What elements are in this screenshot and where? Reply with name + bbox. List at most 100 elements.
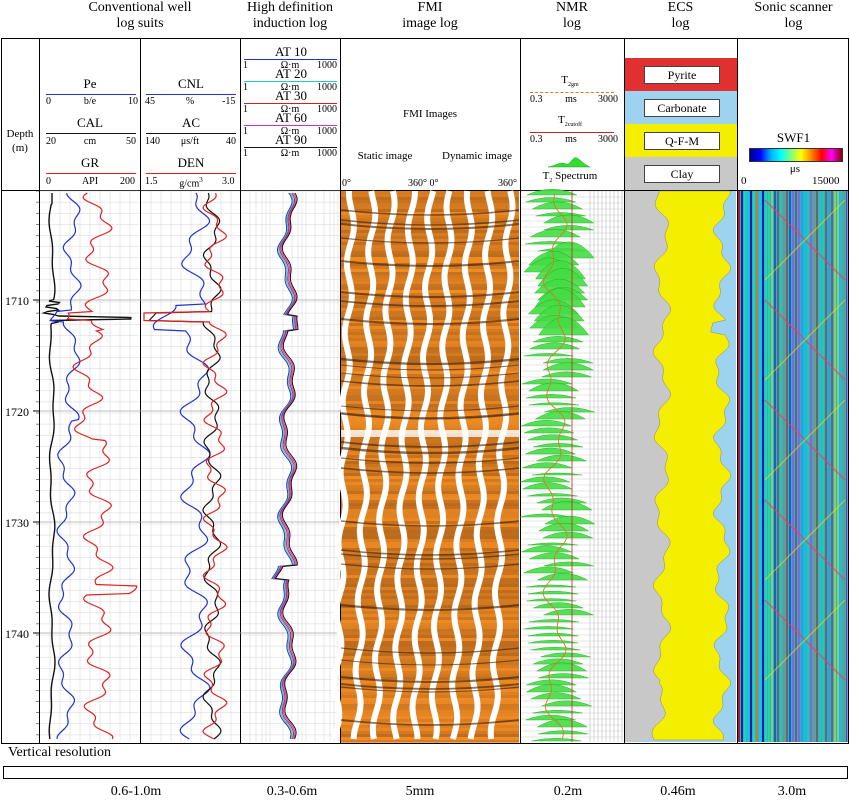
sonic-wave-column	[813, 191, 815, 742]
fmi-band	[341, 707, 519, 710]
nmr-spectrum-bin	[523, 566, 574, 574]
fmi-band	[341, 539, 519, 542]
fmi-band	[341, 353, 519, 356]
nmr-spectrum-bin	[527, 434, 578, 441]
nmr-spectrum-bin	[532, 710, 583, 714]
sonic-wave-column	[846, 191, 848, 742]
nmr-spectrum-bin	[528, 632, 579, 637]
fmi-band	[341, 641, 519, 644]
fmi-band	[341, 515, 519, 518]
depth-tick-1710: 1710	[5, 294, 29, 308]
nmr-spectrum-bin	[527, 542, 578, 546]
sonic-wave-column	[768, 191, 770, 742]
sonic-wave-column	[798, 191, 800, 742]
depth-tick-1720: 1720	[5, 405, 29, 419]
fmi-band	[341, 683, 519, 686]
fmi-band	[341, 644, 519, 647]
sonic-wave-column	[819, 191, 821, 742]
fmi-band	[341, 632, 519, 635]
fmi-band	[341, 512, 519, 515]
sonic-wave-column	[792, 191, 794, 742]
sonic-wave-column	[741, 191, 743, 742]
sonic-wave-column	[810, 191, 812, 742]
sonic-wave-column	[759, 191, 761, 742]
nmr-spectrum-bin	[519, 476, 571, 483]
resolution-bar	[3, 766, 848, 779]
resolution-label: Vertical resolution	[8, 745, 112, 760]
sonic-wave-column	[795, 191, 797, 742]
nmr-spectrum-bin	[543, 561, 594, 567]
nmr-spectrum-bin	[528, 402, 579, 406]
sonic-wave-column	[747, 191, 749, 742]
fmi-band	[341, 542, 519, 545]
nmr-spectrum-bin	[525, 197, 576, 203]
nmr-spectrum-bin	[530, 692, 581, 700]
nmr-spectrum-bin	[528, 639, 579, 644]
sonic-wave-column	[738, 191, 740, 742]
nmr-spectrum-bin	[544, 515, 596, 525]
fmi-band	[341, 572, 519, 575]
nmr-spectrum-bin	[526, 584, 577, 588]
sonic-wave-column	[780, 191, 782, 742]
fmi-band	[341, 611, 519, 614]
fmi-band	[341, 578, 519, 581]
sonic-wave-column	[744, 191, 746, 742]
sonic-wave-column	[753, 191, 755, 742]
fmi-band	[341, 626, 519, 629]
fmi-band	[341, 602, 519, 605]
fmi-band	[341, 464, 519, 467]
nmr-spectrum-bin	[531, 738, 582, 742]
fmi-band	[341, 599, 519, 602]
fmi-band	[341, 740, 519, 743]
fmi-band	[341, 584, 519, 587]
nmr-spectrum-bin	[542, 362, 595, 371]
fmi-band	[341, 545, 519, 548]
nmr-spectrum-bin	[526, 679, 577, 686]
nmr-spectrum-bin	[536, 719, 589, 728]
nmr-spectrum-bin	[537, 522, 590, 532]
nmr-spectrum-bin	[528, 590, 579, 595]
depth-tick-1740: 1740	[5, 627, 29, 641]
sonic-wave-column	[789, 191, 791, 742]
fmi-band	[341, 620, 519, 623]
nmr-spectrum-bin	[533, 602, 584, 609]
sonic-wave-column	[834, 191, 836, 742]
sonic-wave-column	[762, 191, 764, 742]
sonic-wave-column	[828, 191, 830, 742]
nmr-spectrum-bin	[534, 411, 587, 420]
nmr-spectrum-bin	[543, 609, 594, 616]
fmi-band	[341, 356, 519, 359]
fmi-band	[341, 467, 519, 470]
fmi-band	[341, 455, 519, 458]
sonic-wave-column	[765, 191, 767, 742]
fmi-band	[341, 548, 519, 551]
nmr-spectrum-bin	[543, 225, 594, 231]
depth-tick-1730: 1730	[5, 516, 29, 530]
nmr-spectrum-bin	[533, 336, 584, 343]
fmi-band	[341, 518, 519, 521]
fmi-white-band	[341, 430, 519, 437]
sonic-wave-column	[804, 191, 806, 742]
nmr-spectrum-bin	[523, 626, 574, 630]
fmi-band	[341, 533, 519, 536]
fmi-band	[341, 617, 519, 620]
nmr-spectrum-bin	[538, 673, 589, 679]
nmr-spectrum-bin	[521, 545, 572, 553]
nmr-spectrum-bin	[522, 462, 573, 469]
sonic-wave-column	[750, 191, 752, 742]
fmi-band	[341, 476, 519, 479]
sonic-wave-column	[840, 191, 842, 742]
sonic-wave-column	[816, 191, 818, 742]
nmr-spectrum-bin	[532, 443, 584, 448]
sonic-wave-column	[756, 191, 758, 742]
fmi-band	[341, 614, 519, 617]
sonic-wave-column	[843, 191, 845, 742]
fmi-band	[341, 509, 519, 512]
nmr-spectrum-bin	[523, 353, 574, 357]
fmi-band	[341, 635, 519, 638]
nmr-spectrum-bin	[537, 572, 588, 581]
nmr-spectrum-bin	[536, 454, 587, 462]
fmi-band	[341, 638, 519, 641]
fmi-band	[341, 629, 519, 632]
nmr-spectrum-bin	[528, 619, 579, 623]
